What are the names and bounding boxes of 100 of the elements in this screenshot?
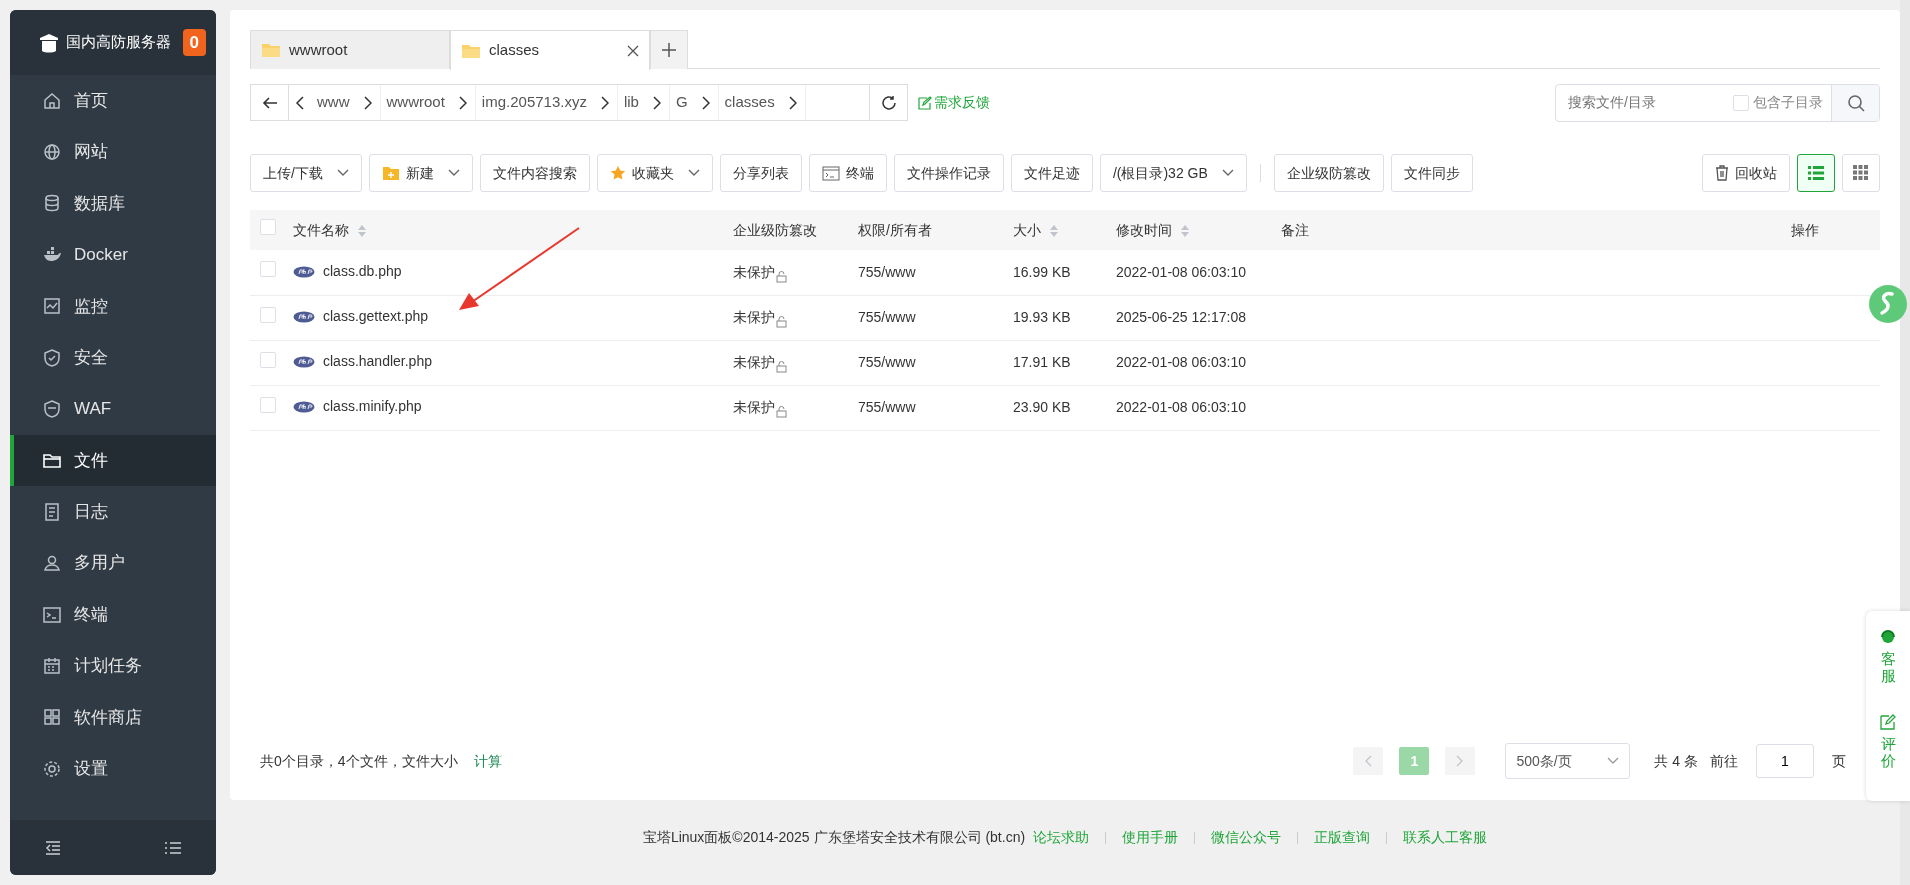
file-size: 16.99 KB xyxy=(1013,263,1071,280)
breadcrumb-item[interactable]: img.205713.xyz xyxy=(475,85,618,120)
caret-icon xyxy=(447,169,460,177)
close-icon[interactable] xyxy=(627,44,639,57)
plus-icon xyxy=(661,42,677,58)
chevron-right-icon xyxy=(701,95,710,110)
column-header[interactable]: 大小 xyxy=(1013,221,1041,238)
settings-icon xyxy=(42,758,62,779)
toolbar-button[interactable]: 新建 xyxy=(368,154,473,192)
file-name[interactable]: class.db.php xyxy=(323,261,402,282)
breadcrumb-item[interactable]: classes xyxy=(718,85,806,120)
breadcrumb-item[interactable]: lib xyxy=(617,85,670,120)
sidebar-item[interactable]: 数据库 xyxy=(10,177,216,230)
php-file-icon xyxy=(293,265,315,278)
chart-monitor-icon xyxy=(42,296,62,317)
assistant-bubble-icon[interactable] xyxy=(1868,284,1908,324)
sidebar-item[interactable]: 首页 xyxy=(10,75,216,127)
calculate-link[interactable]: 计算 xyxy=(473,750,502,772)
summary-text: 共0个目录，4个文件，文件大小 xyxy=(260,751,458,771)
toolbar-button[interactable]: 终端 xyxy=(808,154,887,192)
sort-icon xyxy=(357,223,367,238)
sidebar-item[interactable]: 文件 xyxy=(10,434,216,487)
grid-view-button[interactable] xyxy=(1842,154,1880,192)
sidebar-item[interactable]: 监控 xyxy=(10,280,216,332)
edit-icon xyxy=(1880,714,1896,730)
breadcrumb-item[interactable]: G xyxy=(669,85,719,120)
include-subdirectories-checkbox[interactable]: 包含子目录 xyxy=(1733,84,1831,121)
caret-icon xyxy=(1221,169,1234,177)
protection-status[interactable]: 未保护 xyxy=(733,261,787,283)
row-checkbox[interactable] xyxy=(260,351,276,368)
sidebar-item[interactable]: 网站 xyxy=(10,126,216,178)
recycle-bin-button[interactable]: 回收站 xyxy=(1702,154,1790,192)
caret-icon xyxy=(1607,757,1620,765)
toolbar-button[interactable]: 文件内容搜索 xyxy=(479,154,590,192)
toolbar-button[interactable]: /(根目录)32 GB xyxy=(1099,154,1247,192)
row-checkbox[interactable] xyxy=(260,396,276,413)
protection-status[interactable]: 未保护 xyxy=(733,397,787,418)
chevron-left-icon[interactable] xyxy=(295,95,305,110)
page-unit: 页 xyxy=(1832,751,1846,771)
sidebar-item[interactable]: 日志 xyxy=(10,486,216,538)
toolbar-button[interactable]: 收藏夹 xyxy=(596,154,713,192)
unlock-icon xyxy=(775,361,787,373)
toolbar-button[interactable]: 文件足迹 xyxy=(1010,154,1093,192)
apps-icon xyxy=(42,707,62,728)
menu-icon[interactable] xyxy=(164,839,182,856)
home-icon xyxy=(42,90,62,111)
chevron-left-icon xyxy=(1364,755,1373,767)
folder-tab[interactable]: classes xyxy=(450,30,650,70)
toolbar-button[interactable]: 分享列表 xyxy=(719,154,802,192)
add-tab-button[interactable] xyxy=(650,30,688,69)
protection-status[interactable]: 未保护 xyxy=(733,352,787,373)
sort-icon xyxy=(1180,223,1190,238)
refresh-button[interactable] xyxy=(870,84,908,121)
terminal-icon xyxy=(821,165,840,181)
file-name[interactable]: class.minify.php xyxy=(323,396,422,418)
chevron-right-icon xyxy=(788,95,797,110)
chevron-right-icon xyxy=(652,95,661,110)
file-name[interactable]: class.handler.php xyxy=(323,351,432,373)
sidebar-item[interactable]: 软件商店 xyxy=(10,691,216,744)
users-icon xyxy=(42,553,62,574)
sidebar-item[interactable]: 设置 xyxy=(10,743,216,795)
column-header[interactable]: 修改时间 xyxy=(1116,221,1172,238)
breadcrumb-item[interactable]: www xyxy=(311,85,381,120)
collapse-icon[interactable] xyxy=(44,839,62,856)
column-header: 操作 xyxy=(1791,221,1819,238)
toolbar-button[interactable]: 文件操作记录 xyxy=(893,154,1004,192)
page-size-dropdown[interactable]: 500条/页 xyxy=(1505,743,1631,779)
column-header: 权限/所有者 xyxy=(858,221,932,238)
permission-text[interactable]: 755/www xyxy=(858,354,916,370)
column-header[interactable]: 文件名称 xyxy=(293,221,349,238)
globe-icon xyxy=(42,142,62,163)
row-checkbox[interactable] xyxy=(260,306,276,323)
file-name[interactable]: class.gettext.php xyxy=(323,306,429,328)
list-view-button[interactable] xyxy=(1797,154,1835,192)
search-field[interactable]: 搜索文件/目录 包含子目录 xyxy=(1555,83,1880,122)
search-button[interactable] xyxy=(1831,84,1879,121)
folder-icon xyxy=(461,42,481,59)
permission-text[interactable]: 755/www xyxy=(858,309,916,325)
breadcrumb-item[interactable]: wwwroot xyxy=(380,85,476,120)
permission-text[interactable]: 755/www xyxy=(858,399,916,415)
row-checkbox[interactable] xyxy=(260,261,276,278)
sidebar-item[interactable]: 终端 xyxy=(10,588,216,641)
terminal-icon xyxy=(42,604,62,625)
copyright-text: 宝塔Linux面板©2014-2025 广东堡塔安全技术有限公司 (bt.cn) xyxy=(642,828,1026,847)
sidebar-item[interactable]: 多用户 xyxy=(10,537,216,589)
toolbar-button[interactable]: 上传/下载 xyxy=(250,154,362,192)
folder-icon xyxy=(261,42,281,58)
select-all-checkbox[interactable] xyxy=(260,219,276,235)
toolbar-button[interactable]: 企业级防篡改 xyxy=(1273,154,1384,192)
sidebar-item[interactable]: 安全 xyxy=(10,331,216,384)
brand-name: 国内高防服务器 xyxy=(66,32,171,53)
permission-text[interactable]: 755/www xyxy=(858,263,916,280)
protection-status[interactable]: 未保护 xyxy=(733,307,787,328)
folder-tab[interactable]: wwwroot xyxy=(250,30,450,69)
sidebar-item[interactable]: Docker xyxy=(10,229,216,281)
sidebar-item[interactable]: WAF xyxy=(10,383,216,435)
sidebar-item[interactable]: 计划任务 xyxy=(10,640,216,692)
toolbar-button[interactable]: 文件同步 xyxy=(1390,154,1473,192)
file-size: 19.93 KB xyxy=(1013,309,1071,325)
page-input[interactable]: 1 xyxy=(1756,744,1814,778)
